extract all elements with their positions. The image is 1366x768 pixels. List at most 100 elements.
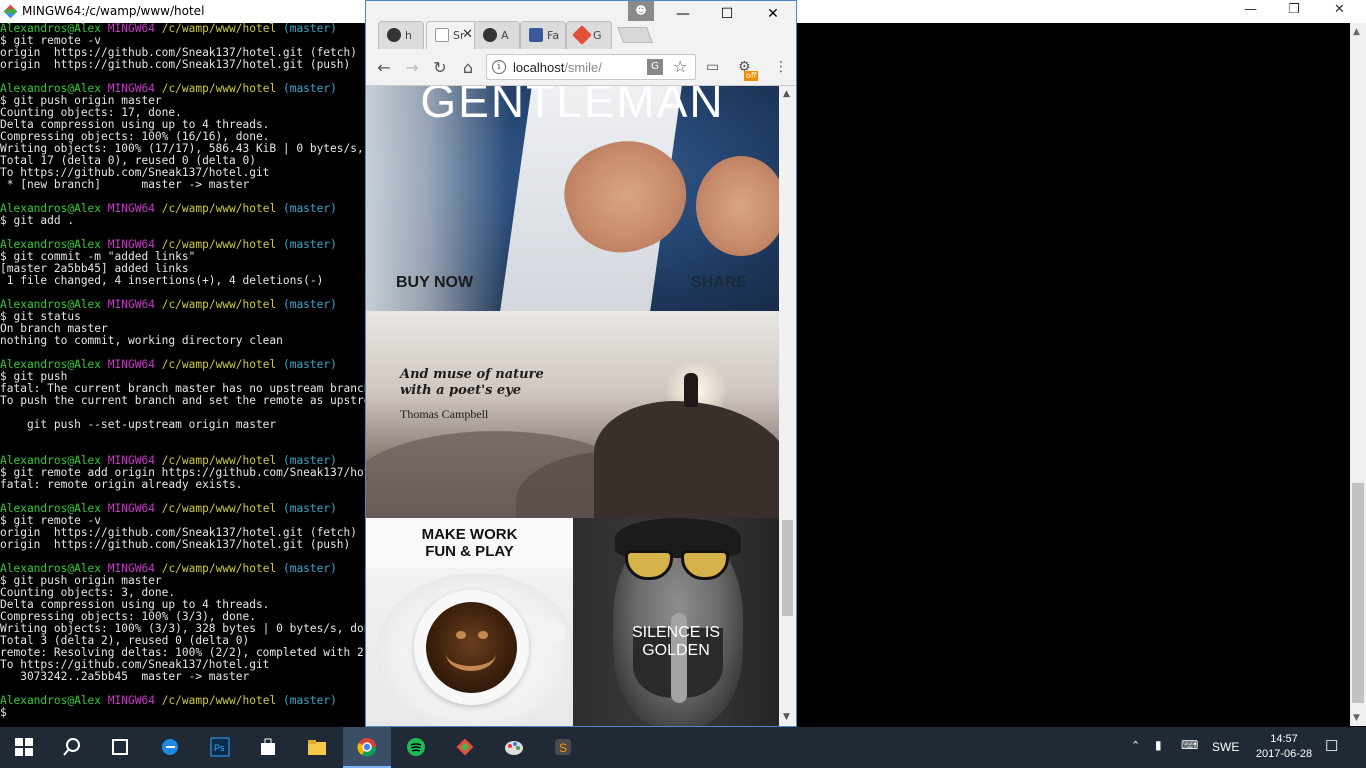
tab-facebook[interactable]: Fa	[520, 21, 566, 49]
prompt-branch: (master)	[282, 563, 337, 575]
prompt-system: MINGW64	[107, 83, 155, 95]
clock-date: 2017-06-28	[1255, 748, 1313, 760]
home-icon[interactable]: ⌂	[458, 58, 478, 77]
tab-github-2[interactable]: A	[474, 21, 520, 49]
svg-text:S: S	[559, 741, 567, 755]
scroll-thumb[interactable]	[1352, 483, 1364, 703]
sublime-icon: S	[555, 739, 571, 755]
prompt-system: MINGW64	[107, 563, 155, 575]
prompt-system: MINGW64	[107, 695, 155, 707]
taskbar-spotify[interactable]	[392, 727, 440, 768]
info-icon[interactable]: i	[492, 60, 506, 74]
prompt-user: Alexandros@Alex	[0, 359, 102, 371]
scroll-thumb[interactable]	[782, 520, 793, 616]
prompt-branch: (master)	[282, 299, 337, 311]
taskbar-explorer[interactable]	[293, 727, 341, 768]
share-link[interactable]: SHARE	[691, 274, 747, 292]
maximize-icon[interactable]: ❐	[1288, 2, 1300, 17]
taskbar-store[interactable]	[244, 727, 292, 768]
menu-icon[interactable]: ⋮	[774, 59, 788, 75]
chevron-up-icon[interactable]: ⌃	[1131, 739, 1140, 752]
foam-smile	[446, 636, 496, 671]
prompt-system: MINGW64	[107, 239, 155, 251]
prompt-user: Alexandros@Alex	[0, 695, 102, 707]
scroll-down-icon[interactable]: ▼	[783, 712, 790, 722]
search-button[interactable]	[48, 727, 96, 768]
language-indicator[interactable]: SWE	[1212, 740, 1239, 754]
prompt-branch: (master)	[282, 23, 337, 35]
prompt-system: MINGW64	[107, 23, 155, 35]
prompt-path: /c/wamp/www/hotel	[161, 563, 277, 575]
maximize-icon[interactable]: ☐	[704, 6, 750, 22]
tab-strip: h Sr ✕ A Fa G ☻ — ☐ ✕	[366, 1, 796, 49]
prompt-system: MINGW64	[107, 203, 155, 215]
prompt-user: Alexandros@Alex	[0, 503, 102, 515]
svg-text:Ps: Ps	[214, 743, 225, 753]
silence-card[interactable]: SILENCE IS GOLDEN	[573, 518, 779, 726]
git-icon	[572, 25, 592, 45]
buy-now-link[interactable]: BUY NOW	[396, 274, 473, 292]
cast-icon[interactable]: ▭	[706, 59, 719, 75]
close-icon[interactable]: ✕	[1334, 2, 1345, 17]
taskbar-edge[interactable]	[146, 727, 194, 768]
tab-github-1[interactable]: h	[378, 21, 424, 49]
forward-icon[interactable]: →	[402, 58, 422, 77]
prompt-user: Alexandros@Alex	[0, 239, 102, 251]
tab-label: Fa	[547, 29, 560, 42]
task-view-button[interactable]	[96, 727, 144, 768]
prompt-user: Alexandros@Alex	[0, 83, 102, 95]
coffee-title: MAKE WORK FUN & PLAY	[366, 526, 573, 560]
store-icon	[261, 738, 275, 755]
keyboard-icon[interactable]: ⌨	[1181, 738, 1198, 752]
address-bar[interactable]: i localhost/smile/ G ☆	[486, 54, 696, 80]
taskbar-paint[interactable]	[490, 727, 538, 768]
git-bash-icon	[3, 4, 18, 19]
minimize-icon[interactable]: —	[1244, 2, 1257, 17]
hero-title: GENTLEMAN	[420, 86, 725, 127]
battery-icon[interactable]: ▮	[1155, 738, 1162, 752]
prompt-user: Alexandros@Alex	[0, 455, 102, 467]
translate-icon[interactable]: G	[647, 59, 663, 75]
tab-git[interactable]: G	[566, 21, 612, 49]
coffee-title-line: FUN & PLAY	[425, 543, 514, 560]
close-icon[interactable]: ✕	[750, 6, 796, 22]
scroll-up-icon[interactable]: ▲	[783, 89, 790, 99]
reload-icon[interactable]: ↻	[430, 58, 450, 77]
coffee-card[interactable]: MAKE WORK FUN & PLAY	[366, 518, 573, 726]
page-scrollbar[interactable]: ▲ ▼	[779, 86, 796, 726]
hero-banner: GENTLEMAN BUY NOW SHARE	[366, 86, 779, 311]
page-viewport[interactable]: GENTLEMAN BUY NOW SHARE And muse of natu…	[366, 86, 779, 726]
quote-line: And muse of nature	[400, 367, 544, 382]
taskbar-chrome[interactable]	[343, 727, 391, 768]
url-path: /smile/	[564, 60, 602, 75]
close-tab-icon[interactable]: ✕	[462, 27, 473, 42]
quote-line: with a poet's eye	[400, 383, 522, 398]
terminal-title: MINGW64:/c/wamp/www/hotel	[22, 4, 205, 18]
prompt-branch: (master)	[282, 359, 337, 371]
taskbar-git-gui[interactable]	[441, 727, 489, 768]
notification-icon[interactable]: ☐	[1325, 737, 1338, 755]
taskbar-sublime[interactable]: S	[539, 727, 587, 768]
prompt-branch: (master)	[282, 203, 337, 215]
browser-toolbar: ← → ↻ ⌂ i localhost/smile/ G ☆ ▭ ⚙ off ⋮	[366, 49, 796, 86]
scroll-down-icon[interactable]: ▼	[1353, 713, 1360, 723]
new-tab-button[interactable]	[617, 27, 653, 43]
url-host: localhost	[513, 60, 565, 75]
taskbar-photoshop[interactable]: Ps	[196, 727, 244, 768]
bookmark-star-icon[interactable]: ☆	[673, 57, 687, 76]
prompt-path: /c/wamp/www/hotel	[161, 695, 277, 707]
terminal-scrollbar[interactable]: ▲ ▼	[1350, 23, 1366, 726]
git-gui-icon	[456, 738, 474, 756]
start-button[interactable]	[0, 727, 48, 768]
clock[interactable]: 14:57 2017-06-28	[1254, 732, 1314, 762]
back-icon[interactable]: ←	[374, 58, 394, 77]
browser-window: h Sr ✕ A Fa G ☻ — ☐ ✕ ← → ↻ ⌂ i localhos…	[365, 0, 797, 727]
minimize-icon[interactable]: —	[660, 6, 706, 22]
scroll-up-icon[interactable]: ▲	[1353, 27, 1360, 37]
profile-icon[interactable]: ☻	[628, 1, 654, 21]
prompt-user: Alexandros@Alex	[0, 299, 102, 311]
tab-smile[interactable]: Sr ✕	[426, 21, 478, 49]
prompt-branch: (master)	[282, 83, 337, 95]
rock-image	[594, 401, 779, 518]
prompt-user: Alexandros@Alex	[0, 203, 102, 215]
